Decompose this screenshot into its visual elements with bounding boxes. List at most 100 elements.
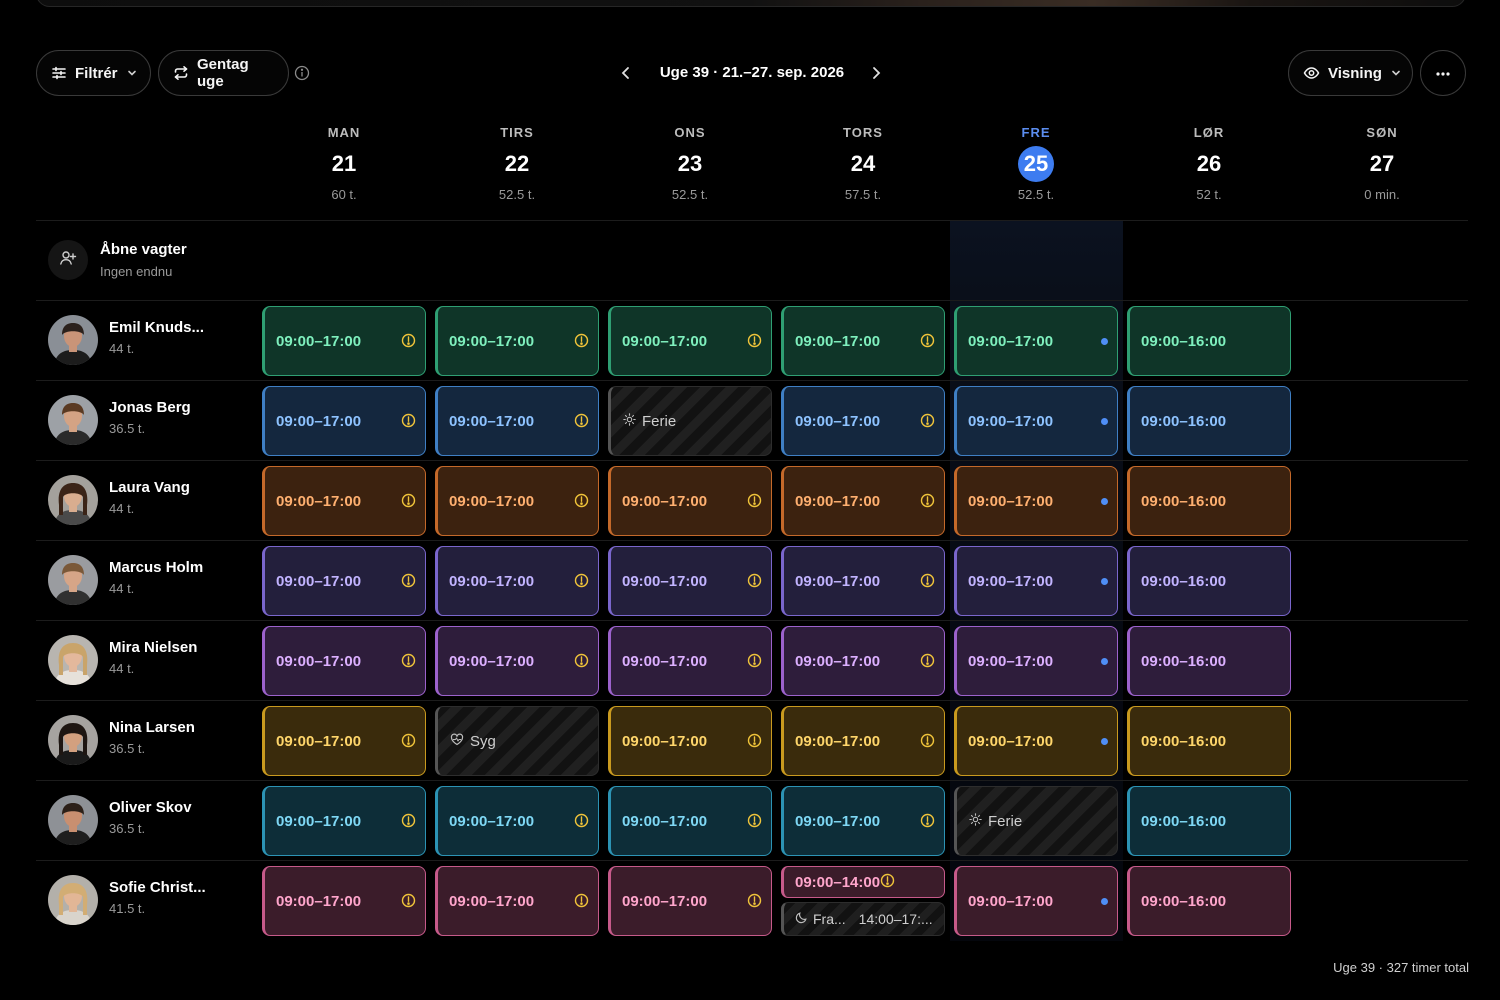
shift-card[interactable]: 09:00–17:00 xyxy=(781,706,945,776)
today-dot-icon xyxy=(1101,738,1108,745)
more-options-button[interactable] xyxy=(1420,50,1466,96)
shift-card[interactable]: 09:00–17:00 xyxy=(435,386,599,456)
shift-card[interactable]: 09:00–17:00 xyxy=(781,466,945,536)
absence-card[interactable]: Fra... 14:00–17:... xyxy=(781,902,945,936)
shift-card[interactable]: 09:00–17:00 xyxy=(954,306,1118,376)
shift-card[interactable]: 09:00–17:00 xyxy=(954,546,1118,616)
employee-row-header[interactable]: Marcus Holm 44 t. xyxy=(48,555,258,605)
shift-time: 09:00–16:00 xyxy=(1141,812,1227,830)
shift-card[interactable]: 09:00–17:00 xyxy=(262,706,426,776)
day-number: 26 xyxy=(1123,145,1295,183)
day-column-header[interactable]: FRE 25 52.5 t. xyxy=(950,125,1122,202)
shift-card[interactable]: 09:00–17:00 xyxy=(954,626,1118,696)
shift-card[interactable]: 09:00–17:00 xyxy=(262,306,426,376)
shift-card[interactable]: 09:00–16:00 xyxy=(1127,706,1291,776)
shift-card[interactable]: 09:00–17:00 xyxy=(608,706,772,776)
day-name: TORS xyxy=(843,125,883,140)
shift-card[interactable]: 09:00–16:00 xyxy=(1127,546,1291,616)
shift-card[interactable]: 09:00–16:00 xyxy=(1127,866,1291,936)
day-number-text: 26 xyxy=(1196,151,1222,176)
shift-card[interactable]: 09:00–17:00 xyxy=(262,546,426,616)
warning-icon xyxy=(574,493,589,512)
shift-card[interactable]: 09:00–17:00 xyxy=(435,546,599,616)
today-badge: 25 xyxy=(1018,146,1054,182)
day-hours: 52.5 t. xyxy=(671,187,709,202)
shift-card[interactable]: 09:00–14:00 xyxy=(781,866,945,898)
day-number: 21 xyxy=(258,145,430,183)
more-horizontal-icon xyxy=(1435,64,1451,82)
day-column-header[interactable]: MAN 21 60 t. xyxy=(258,125,430,202)
shift-card[interactable]: 09:00–16:00 xyxy=(1127,626,1291,696)
employee-row-header[interactable]: Emil Knuds... 44 t. xyxy=(48,315,258,365)
day-column-header[interactable]: SØN 27 0 min. xyxy=(1296,125,1468,202)
shift-card[interactable]: 09:00–17:00 xyxy=(954,386,1118,456)
shift-card[interactable]: 09:00–17:00 xyxy=(954,706,1118,776)
employee-row-header[interactable]: Nina Larsen 36.5 t. xyxy=(48,715,258,765)
employee-row-header[interactable]: Sofie Christ... 41.5 t. xyxy=(48,875,258,925)
shift-card[interactable]: 09:00–17:00 xyxy=(608,306,772,376)
shift-card[interactable]: 09:00–17:00 xyxy=(262,626,426,696)
view-button[interactable]: Visning xyxy=(1288,50,1413,96)
open-shifts-title: Åbne vagter xyxy=(100,241,187,258)
shift-card[interactable]: 09:00–17:00 xyxy=(781,546,945,616)
shift-time: 09:00–17:00 xyxy=(968,412,1054,430)
divider xyxy=(36,220,1468,221)
day-column-header[interactable]: TIRS 22 52.5 t. xyxy=(431,125,603,202)
shift-card[interactable]: 09:00–17:00 xyxy=(781,306,945,376)
shift-card[interactable]: 09:00–16:00 xyxy=(1127,786,1291,856)
warning-icon xyxy=(401,813,416,832)
employee-row-header[interactable]: Laura Vang 44 t. xyxy=(48,475,258,525)
shift-time: 09:00–16:00 xyxy=(1141,572,1227,590)
shift-card[interactable]: 09:00–17:00 xyxy=(608,546,772,616)
shift-card[interactable]: 09:00–17:00 xyxy=(262,866,426,936)
shift-time: 09:00–17:00 xyxy=(968,652,1054,670)
shift-card[interactable]: 09:00–17:00 xyxy=(781,386,945,456)
shift-card[interactable]: 09:00–17:00 xyxy=(781,626,945,696)
shift-card[interactable]: 09:00–16:00 xyxy=(1127,386,1291,456)
divider xyxy=(36,620,1468,621)
day-name: TIRS xyxy=(500,125,534,140)
shift-card[interactable]: 09:00–17:00 xyxy=(781,786,945,856)
info-icon[interactable] xyxy=(294,65,310,86)
absence-card[interactable]: Ferie xyxy=(954,786,1118,856)
shift-card[interactable]: 09:00–17:00 xyxy=(435,786,599,856)
warning-icon xyxy=(880,873,895,892)
employee-row-header[interactable]: Jonas Berg 36.5 t. xyxy=(48,395,258,445)
shift-card[interactable]: 09:00–17:00 xyxy=(608,626,772,696)
shift-card[interactable]: 09:00–17:00 xyxy=(435,866,599,936)
employee-row-header[interactable]: Oliver Skov 36.5 t. xyxy=(48,795,258,845)
shift-card[interactable]: 09:00–17:00 xyxy=(608,866,772,936)
day-column-header[interactable]: ONS 23 52.5 t. xyxy=(604,125,776,202)
warning-icon xyxy=(920,733,935,752)
shift-card[interactable]: 09:00–16:00 xyxy=(1127,466,1291,536)
day-name: SØN xyxy=(1366,125,1398,140)
previous-week-button[interactable] xyxy=(618,64,634,87)
shift-card[interactable]: 09:00–17:00 xyxy=(262,386,426,456)
next-week-button[interactable] xyxy=(868,64,884,87)
warning-icon xyxy=(747,333,762,352)
employee-row-header[interactable]: Mira Nielsen 44 t. xyxy=(48,635,258,685)
repeat-week-button[interactable]: Gentag uge xyxy=(158,50,289,96)
day-column-header[interactable]: LØR 26 52 t. xyxy=(1123,125,1295,202)
shift-card[interactable]: 09:00–17:00 xyxy=(608,466,772,536)
shift-card[interactable]: 09:00–17:00 xyxy=(262,786,426,856)
employee-name: Emil Knuds... xyxy=(109,319,205,336)
warning-icon xyxy=(574,893,589,912)
shift-card[interactable]: 09:00–17:00 xyxy=(435,466,599,536)
shift-card[interactable]: 09:00–17:00 xyxy=(954,866,1118,936)
shift-card[interactable]: 09:00–17:00 xyxy=(435,626,599,696)
day-column-header[interactable]: TORS 24 57.5 t. xyxy=(777,125,949,202)
absence-card[interactable]: Ferie xyxy=(608,386,772,456)
shift-card[interactable]: 09:00–17:00 xyxy=(608,786,772,856)
repeat-week-label: Gentag uge xyxy=(197,56,249,90)
shift-card[interactable]: 09:00–17:00 xyxy=(435,306,599,376)
shift-card[interactable]: 09:00–16:00 xyxy=(1127,306,1291,376)
warning-icon xyxy=(574,573,589,592)
today-dot-icon xyxy=(1101,578,1108,585)
absence-card[interactable]: Syg xyxy=(435,706,599,776)
filter-button[interactable]: Filtrér xyxy=(36,50,151,96)
chevron-left-icon xyxy=(618,67,634,86)
shift-card[interactable]: 09:00–17:00 xyxy=(262,466,426,536)
filter-label: Filtrér xyxy=(75,64,118,82)
shift-card[interactable]: 09:00–17:00 xyxy=(954,466,1118,536)
